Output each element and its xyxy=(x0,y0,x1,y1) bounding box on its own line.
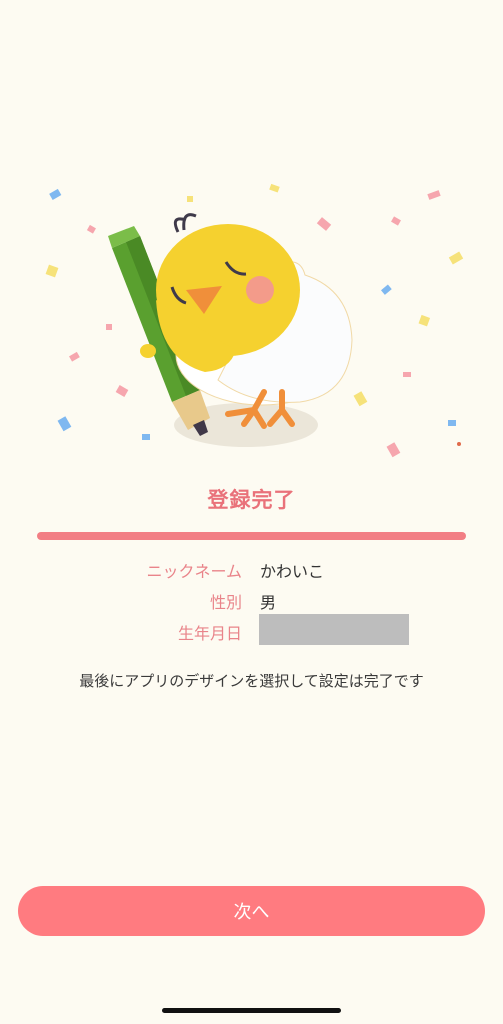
completion-message: 最後にアプリのデザインを選択して設定は完了です xyxy=(79,672,424,690)
gender-value: 男 xyxy=(260,593,277,612)
next-button[interactable]: 次へ xyxy=(18,886,485,936)
page-title: 登録完了 xyxy=(207,488,296,512)
nickname-row: ニックネーム かわいこ xyxy=(0,558,503,584)
chick-mascot-illustration xyxy=(45,183,464,458)
birthday-row: 生年月日 xyxy=(0,614,503,646)
birthday-value-redacted xyxy=(259,614,409,645)
home-indicator xyxy=(162,1008,341,1013)
gender-row: 性別 男 xyxy=(0,589,503,615)
gender-label: 性別 xyxy=(209,593,242,612)
birthday-label: 生年月日 xyxy=(177,624,242,643)
nickname-value: かわいこ xyxy=(260,562,325,581)
nickname-label: ニックネーム xyxy=(146,562,242,581)
progress-bar xyxy=(37,532,466,540)
